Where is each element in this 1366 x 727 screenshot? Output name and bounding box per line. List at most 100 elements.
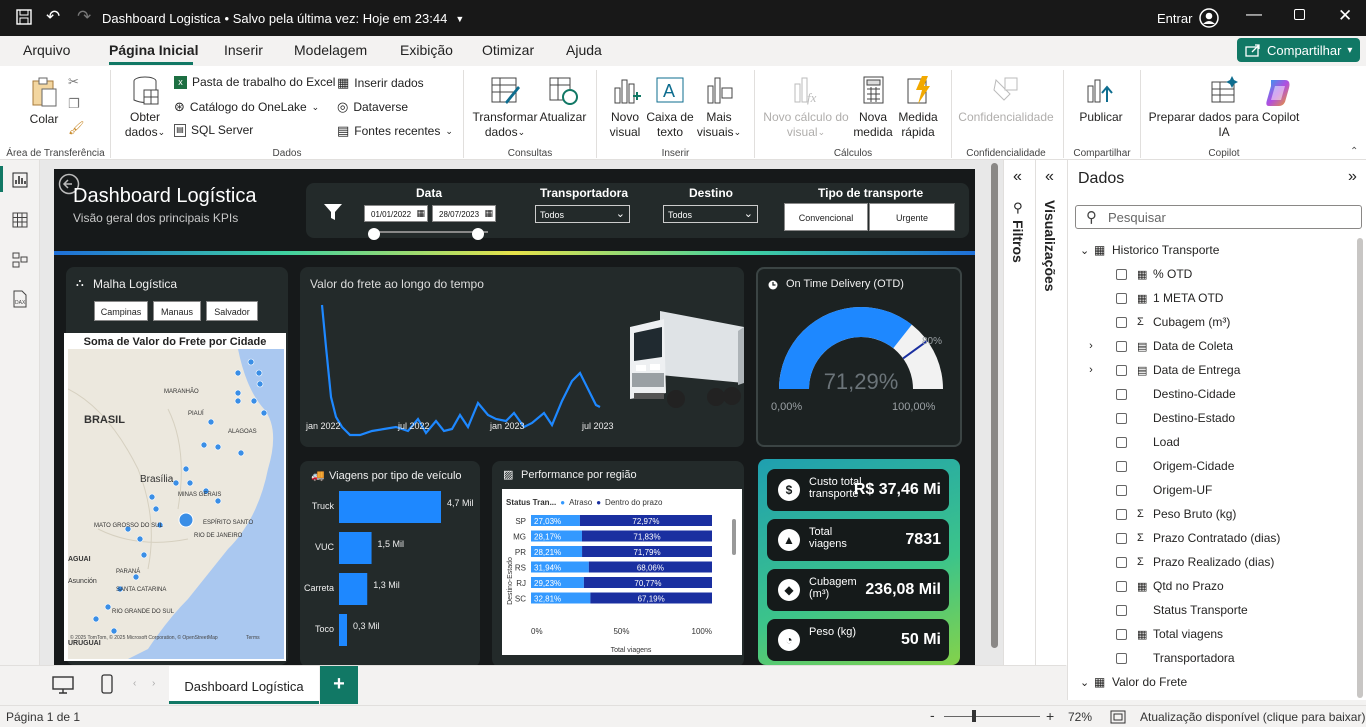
map-point[interactable] <box>186 479 194 487</box>
region-stacked-chart[interactable]: SP 27,03% 72,97% MG 28,17% 71,83% PR 28,21% 71,7… <box>502 511 742 655</box>
map-point[interactable] <box>260 409 268 417</box>
map-point[interactable] <box>247 358 255 366</box>
field-checkbox[interactable] <box>1116 364 1127 376</box>
type-urgente-button[interactable]: Urgente <box>869 203 955 231</box>
region-scrollbar[interactable] <box>732 519 736 555</box>
field-item[interactable]: ▦ Total viagens <box>1080 622 1356 646</box>
field-item[interactable]: ▦ 1 META OTD <box>1080 286 1356 310</box>
field-checkbox[interactable] <box>1116 652 1127 664</box>
city-campinas-button[interactable]: Campinas <box>94 301 148 321</box>
next-page-icon[interactable]: › <box>152 678 155 689</box>
type-convencional-button[interactable]: Convencional <box>784 203 868 231</box>
transform-data-button[interactable]: Transformar dados ⌄ <box>470 74 540 140</box>
map-point[interactable] <box>214 497 222 505</box>
map-point[interactable] <box>200 441 208 449</box>
map-point[interactable] <box>152 505 160 513</box>
zoom-slider-track[interactable] <box>944 716 1040 717</box>
page-tab-dashboard[interactable]: Dashboard Logística <box>169 666 319 704</box>
signin-link[interactable]: Entrar <box>1157 11 1192 26</box>
field-item[interactable]: Destino-Cidade <box>1080 382 1356 406</box>
map-terms-link[interactable]: Terms <box>246 635 260 641</box>
map-point[interactable] <box>256 380 264 388</box>
more-visuals-button[interactable]: Mais visuais ⌄ <box>695 74 743 140</box>
canvas-scrollbar[interactable] <box>991 163 998 648</box>
map-point[interactable] <box>214 443 222 451</box>
map-point[interactable] <box>178 512 194 528</box>
field-item[interactable]: ▦ % OTD <box>1080 262 1356 286</box>
update-available-link[interactable]: Atualização disponível (clique para baix… <box>1140 710 1365 724</box>
collapse-data-pane-icon[interactable]: » <box>1348 168 1357 186</box>
mobile-layout-icon[interactable] <box>101 674 113 694</box>
publish-button[interactable]: Publicar <box>1076 74 1126 125</box>
chevron-right-icon[interactable]: › <box>1080 340 1102 352</box>
table-node[interactable]: ⌄ ▦ Historico Transporte <box>1080 238 1356 262</box>
model-view-icon[interactable] <box>12 252 28 268</box>
zoom-out-icon[interactable]: - <box>930 707 935 723</box>
collapse-ribbon-icon[interactable]: ⌃ <box>1350 146 1358 157</box>
map-point[interactable] <box>140 551 148 559</box>
prev-page-icon[interactable]: ‹ <box>133 678 136 689</box>
field-item[interactable]: ▦ Qtd no Prazo <box>1080 574 1356 598</box>
field-item[interactable]: Load <box>1080 430 1356 454</box>
city-salvador-button[interactable]: Salvador <box>206 301 258 321</box>
table-node[interactable]: ⌄ ▦ Valor do Frete <box>1080 670 1356 694</box>
menu-inserir[interactable]: Inserir <box>224 42 263 58</box>
field-checkbox[interactable] <box>1116 388 1127 400</box>
date-slider-handle-end[interactable] <box>472 228 484 240</box>
menu-ajuda[interactable]: Ajuda <box>566 42 602 58</box>
carrier-dropdown[interactable]: Todos ⌄ <box>535 205 630 223</box>
map-visual[interactable]: Soma de Valor do Frete por Cidade BRASIL… <box>64 333 286 661</box>
share-button[interactable]: Compartilhar ▾ <box>1237 38 1360 62</box>
dest-dropdown[interactable]: Todos ⌄ <box>663 205 758 223</box>
expand-visualizations-icon[interactable]: « <box>1045 168 1054 186</box>
date-slider-handle-start[interactable] <box>368 228 380 240</box>
expand-filters-icon[interactable]: « <box>1013 168 1022 186</box>
field-item[interactable]: Σ Peso Bruto (kg) <box>1080 502 1356 526</box>
copilot-button[interactable] <box>1263 76 1295 111</box>
recent-sources-button[interactable]: ▤ Fontes recentes ⌄ <box>337 123 453 139</box>
field-checkbox[interactable] <box>1116 292 1127 304</box>
map-point[interactable] <box>182 465 190 473</box>
map-point[interactable] <box>172 479 180 487</box>
field-item[interactable]: Σ Prazo Contratado (dias) <box>1080 526 1356 550</box>
field-checkbox[interactable] <box>1116 580 1127 592</box>
city-manaus-button[interactable]: Manaus <box>153 301 201 321</box>
vehicle-bar[interactable] <box>339 491 441 523</box>
new-visual-button[interactable]: Novo visual <box>603 74 647 140</box>
restore-icon[interactable] <box>1294 9 1305 20</box>
vehicle-bar[interactable] <box>339 573 368 605</box>
field-checkbox[interactable] <box>1116 604 1127 616</box>
field-item[interactable]: Origem-Cidade <box>1080 454 1356 478</box>
copy-icon[interactable]: ❐ <box>68 96 80 112</box>
map-point[interactable] <box>255 369 263 377</box>
field-checkbox[interactable] <box>1116 628 1127 640</box>
date-to-input[interactable]: 28/07/2023 ▦ <box>432 205 496 222</box>
data-pane-scrollbar[interactable] <box>1357 238 1363 698</box>
field-item[interactable]: Σ Cubagem (m³) <box>1080 310 1356 334</box>
date-from-input[interactable]: 01/01/2022 ▦ <box>364 205 428 222</box>
new-visual-calc-button[interactable]: fx Novo cálculo do visual ⌄ <box>760 74 852 140</box>
field-checkbox[interactable] <box>1116 436 1127 448</box>
field-checkbox[interactable] <box>1116 484 1127 496</box>
menu-otimizar[interactable]: Otimizar <box>482 42 534 58</box>
insert-data-button[interactable]: ▦ Inserir dados <box>337 75 424 91</box>
desktop-layout-icon[interactable] <box>52 676 74 694</box>
undo-icon[interactable]: ↶ <box>46 7 60 27</box>
user-avatar-icon[interactable] <box>1199 8 1219 28</box>
field-item[interactable]: Origem-UF <box>1080 478 1356 502</box>
vehicle-bar[interactable] <box>339 614 347 646</box>
field-checkbox[interactable] <box>1116 340 1127 352</box>
format-painter-icon[interactable]: 🖌 <box>68 120 85 136</box>
chevron-down-icon[interactable]: ⌄ <box>1080 244 1094 257</box>
table-view-icon[interactable] <box>12 212 28 228</box>
document-title[interactable]: Dashboard Logistica • Salvo pela última … <box>102 11 464 26</box>
field-checkbox[interactable] <box>1116 460 1127 472</box>
quick-measure-button[interactable]: Medida rápida <box>896 74 940 140</box>
field-item[interactable]: Destino-Estado <box>1080 406 1356 430</box>
minimize-icon[interactable]: — <box>1246 6 1262 24</box>
textbox-button[interactable]: A Caixa de texto <box>646 74 694 140</box>
map-point[interactable] <box>110 627 118 635</box>
field-checkbox[interactable] <box>1116 268 1127 280</box>
report-view-icon[interactable] <box>12 172 28 188</box>
field-item[interactable]: Status Transporte <box>1080 598 1356 622</box>
